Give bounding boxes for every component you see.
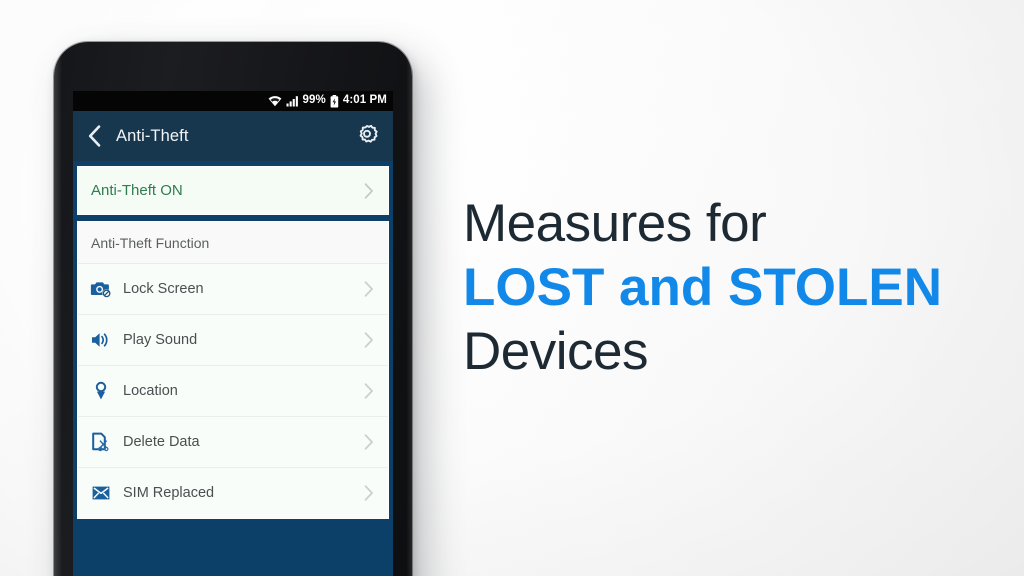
clock-label: 4:01 PM bbox=[342, 94, 387, 107]
list-item-play-sound[interactable]: Play Sound bbox=[78, 315, 388, 366]
headline-line-1: Measures for bbox=[463, 194, 767, 253]
sim-envelope-icon bbox=[89, 481, 113, 505]
screen-content: Anti-Theft ON Anti-Theft Function Lock S… bbox=[73, 161, 393, 576]
chevron-right-icon bbox=[362, 433, 376, 451]
signal-icon bbox=[286, 95, 299, 107]
list-item-label: Location bbox=[123, 383, 178, 399]
section-header-label: Anti-Theft Function bbox=[78, 222, 388, 264]
chevron-right-icon bbox=[362, 182, 376, 200]
anti-theft-function-card: Anti-Theft Function Lock Screen Play Sou… bbox=[77, 221, 389, 519]
gear-icon[interactable] bbox=[353, 122, 381, 150]
phone-device-frame: 99% 4:01 PM Anti-Theft Anti-Theft ON Ant… bbox=[54, 42, 412, 576]
headline-line-2: LOST and STOLEN bbox=[463, 258, 942, 317]
app-bar-title: Anti-Theft bbox=[116, 126, 189, 145]
headline-line-3: Devices bbox=[463, 322, 649, 381]
app-bar: Anti-Theft bbox=[73, 111, 393, 161]
phone-screen: 99% 4:01 PM Anti-Theft Anti-Theft ON Ant… bbox=[73, 91, 393, 576]
camera-block-icon bbox=[89, 277, 113, 301]
list-item-label: Play Sound bbox=[123, 332, 198, 348]
list-item-delete-data[interactable]: Delete Data bbox=[78, 417, 388, 468]
list-item-label: Delete Data bbox=[123, 434, 200, 450]
map-pin-icon bbox=[89, 379, 113, 403]
list-item-label: SIM Replaced bbox=[123, 485, 215, 501]
phone-bezel-highlight-right bbox=[405, 42, 412, 576]
status-bar: 99% 4:01 PM bbox=[73, 91, 393, 111]
anti-theft-status-label: Anti-Theft ON bbox=[91, 182, 183, 199]
document-scissors-icon bbox=[89, 430, 113, 454]
promo-headline: Measures for LOST and STOLEN Devices bbox=[463, 192, 983, 384]
chevron-left-icon[interactable] bbox=[83, 123, 105, 149]
anti-theft-status-row[interactable]: Anti-Theft ON bbox=[77, 166, 389, 215]
wifi-icon bbox=[268, 95, 282, 107]
promo-screenshot: 99% 4:01 PM Anti-Theft Anti-Theft ON Ant… bbox=[0, 0, 1024, 576]
chevron-right-icon bbox=[362, 331, 376, 349]
battery-percent-label: 99% bbox=[302, 94, 326, 107]
list-item-label: Lock Screen bbox=[123, 281, 204, 297]
chevron-right-icon bbox=[362, 382, 376, 400]
list-item-lock-screen[interactable]: Lock Screen bbox=[78, 264, 388, 315]
chevron-right-icon bbox=[362, 280, 376, 298]
list-item-sim-replaced[interactable]: SIM Replaced bbox=[78, 468, 388, 518]
speaker-icon bbox=[89, 328, 113, 352]
phone-bezel-highlight-left bbox=[54, 42, 64, 576]
list-item-location[interactable]: Location bbox=[78, 366, 388, 417]
chevron-right-icon bbox=[362, 484, 376, 502]
battery-icon bbox=[330, 94, 339, 108]
